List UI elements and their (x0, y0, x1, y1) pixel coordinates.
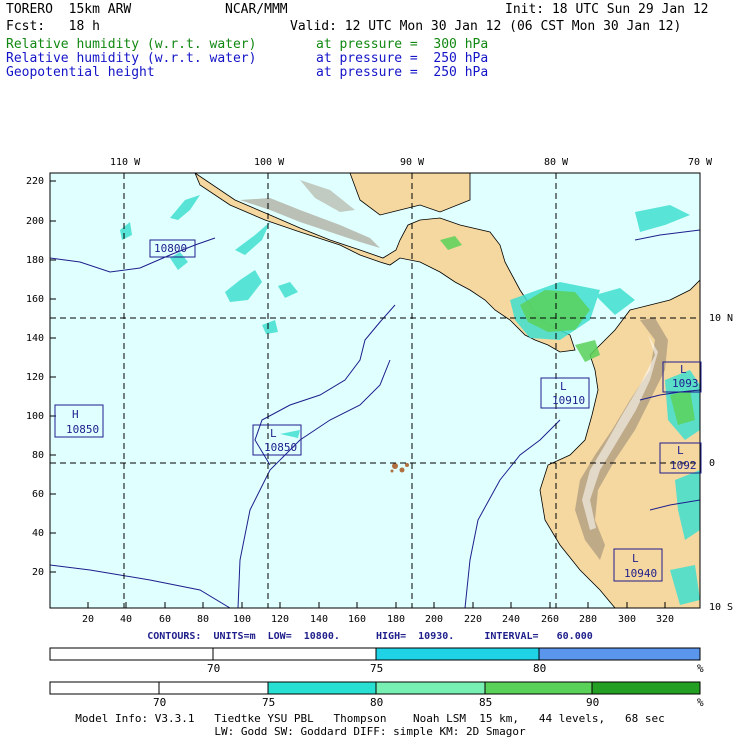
lon-label-110w: 110 W (110, 157, 141, 168)
center-l4-value: 1092 (670, 459, 697, 472)
x-label-80: 80 (197, 614, 210, 625)
lon-label-100w: 100 W (254, 157, 285, 168)
x-label-300: 300 (618, 614, 637, 625)
center-l1-value: 10850 (264, 441, 298, 454)
center-l2-letter: L (560, 380, 567, 393)
x-label-180: 180 (387, 614, 406, 625)
lat-label-10s: 10 S (709, 602, 734, 613)
x-label-100: 100 (233, 614, 252, 625)
cb300-tick-90: 90 (586, 696, 600, 709)
cb300-tick-85: 85 (479, 696, 493, 709)
center-l4-letter: L (677, 444, 684, 457)
land-galapagos-4 (390, 469, 394, 473)
cb250-tick-80: 80 (533, 662, 547, 675)
center-l5-letter: L (632, 552, 639, 565)
x-label-160: 160 (348, 614, 367, 625)
lon-label-70w: 70 W (688, 157, 713, 168)
center-l3-letter: L (680, 363, 687, 376)
cb300-unit: % (697, 696, 704, 709)
center-h-letter: H (72, 408, 79, 421)
cb250-unit: % (697, 662, 704, 675)
model-physics: LW: Godd SW: Goddard DIFF: simple KM: 2D… (214, 725, 526, 738)
y-label-100: 100 (26, 411, 45, 422)
cb250-tick-70: 70 (207, 662, 221, 675)
x-label-240: 240 (502, 614, 521, 625)
y-label-120: 120 (26, 372, 45, 383)
y-label-160: 160 (26, 294, 45, 305)
center-l3-value: 1093 (672, 377, 699, 390)
cb250-tick-75: 75 (370, 662, 384, 675)
lon-label-80w: 80 W (544, 157, 569, 168)
model-info: Model Info: V3.3.1 Tiedtke YSU PBL Thomp… (75, 712, 665, 725)
x-label-60: 60 (159, 614, 172, 625)
y-label-60: 60 (32, 489, 45, 500)
cb300-tick-75: 75 (262, 696, 276, 709)
land-galapagos-1 (392, 463, 398, 469)
x-label-200: 200 (425, 614, 444, 625)
x-label-140: 140 (310, 614, 329, 625)
center-l1-letter: L (270, 427, 277, 440)
y-label-80: 80 (32, 450, 45, 461)
center-l2-value: 10910 (552, 394, 586, 407)
center-l5-value: 10940 (624, 567, 658, 580)
x-label-40: 40 (120, 614, 133, 625)
land-galapagos-3 (405, 463, 409, 467)
x-label-320: 320 (656, 614, 675, 625)
lat-label-0: 0 (709, 458, 716, 469)
x-label-280: 280 (579, 614, 598, 625)
y-label-40: 40 (32, 528, 45, 539)
y-label-220: 220 (26, 176, 45, 187)
weather-map (49, 172, 702, 609)
lat-label-10n: 10 N (709, 313, 734, 324)
x-label-120: 120 (271, 614, 290, 625)
y-label-140: 140 (26, 333, 45, 344)
cb300-tick-80: 80 (370, 696, 384, 709)
land-galapagos-2 (399, 467, 405, 473)
y-label-200: 200 (26, 216, 45, 227)
y-label-180: 180 (26, 255, 45, 266)
lon-label-90w: 90 W (400, 157, 425, 168)
x-label-220: 220 (464, 614, 483, 625)
center-h-value: 10850 (66, 423, 100, 436)
center-10800-value: 10800 (154, 242, 188, 255)
x-label-20: 20 (82, 614, 95, 625)
cb300-tick-70: 70 (153, 696, 167, 709)
y-label-20: 20 (32, 567, 45, 578)
contour-info: CONTOURS: UNITS=m LOW= 10800. HIGH= 1093… (147, 631, 593, 642)
x-label-260: 260 (541, 614, 560, 625)
